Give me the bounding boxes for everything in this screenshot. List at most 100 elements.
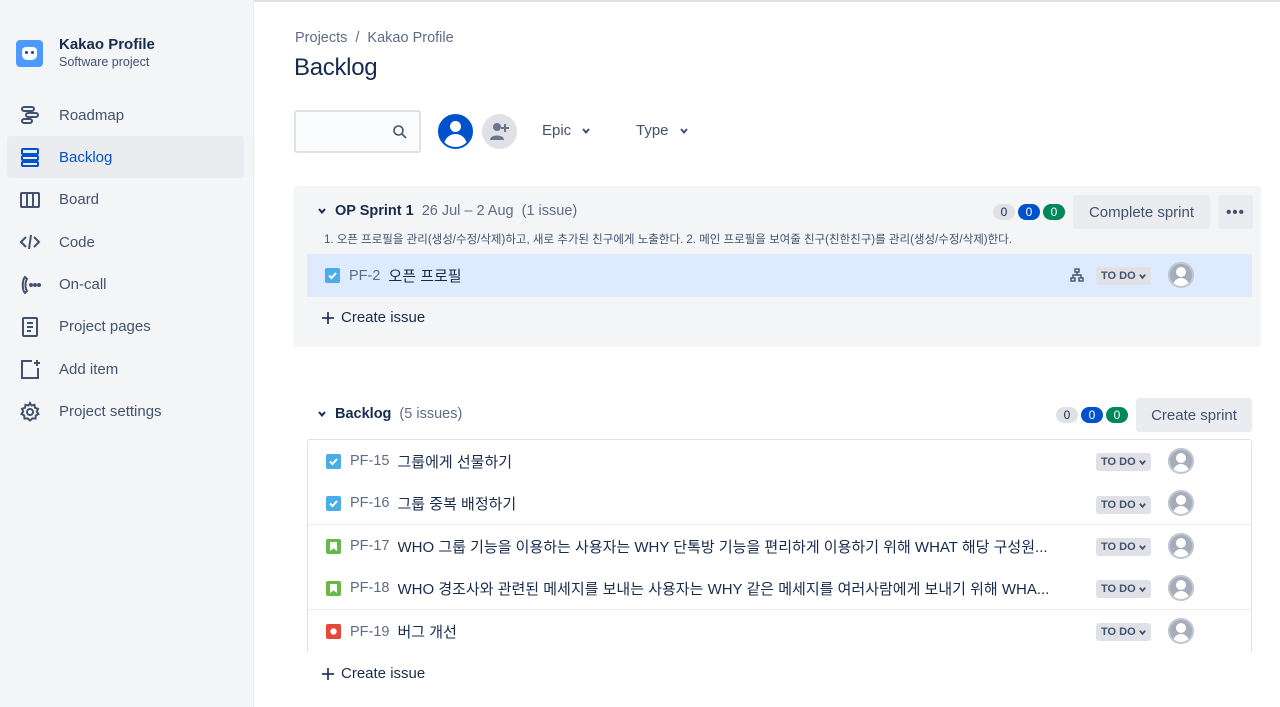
issue-key[interactable]: PF-16 bbox=[350, 495, 390, 511]
gear-icon bbox=[19, 400, 41, 423]
sprint-dates: 26 Jul – 2 Aug bbox=[421, 203, 514, 219]
create-issue-button[interactable]: Create issue bbox=[321, 665, 425, 682]
issue-summary: WHO 경조사와 관련된 메세지를 보내는 사용자는 WHY 같은 메세지를 여… bbox=[397, 580, 1050, 598]
board-icon bbox=[19, 189, 41, 211]
status-dropdown[interactable]: TO DO bbox=[1096, 538, 1151, 556]
sidebar-item-on-call[interactable]: On-call bbox=[7, 264, 244, 306]
sidebar-item-code[interactable]: Code bbox=[7, 221, 244, 263]
story-icon bbox=[326, 538, 341, 554]
backlog-issue-count: (5 issues) bbox=[399, 406, 463, 422]
epic-filter-label: Epic bbox=[542, 122, 572, 139]
code-icon bbox=[19, 231, 41, 253]
status-dropdown[interactable]: TO DO bbox=[1096, 453, 1151, 471]
issue-summary: WHO 그룹 기능을 이용하는 사용자는 WHY 단톡방 기능을 편리하게 이용… bbox=[397, 538, 1048, 556]
add-people-button[interactable] bbox=[482, 114, 517, 149]
status-label: TO DO bbox=[1101, 270, 1136, 282]
type-filter[interactable]: Type bbox=[636, 122, 689, 139]
bug-icon bbox=[326, 624, 341, 639]
sidebar-item-project-settings[interactable]: Project settings bbox=[7, 391, 244, 433]
task-icon bbox=[325, 268, 340, 283]
status-dropdown[interactable]: TO DO bbox=[1096, 267, 1151, 285]
issue-summary: 버그 개선 bbox=[397, 624, 457, 641]
create-issue-label: Create issue bbox=[341, 309, 426, 326]
sprint-header[interactable]: OP Sprint 1 26 Jul – 2 Aug (1 issue) bbox=[317, 203, 577, 219]
task-icon bbox=[326, 453, 341, 469]
project-header[interactable]: Kakao Profile Software project bbox=[16, 36, 155, 71]
status-label: TO DO bbox=[1101, 626, 1136, 638]
issue-key[interactable]: PF-18 bbox=[350, 580, 390, 596]
status-dropdown[interactable]: TO DO bbox=[1096, 580, 1151, 598]
add-person-icon bbox=[490, 123, 509, 140]
assignee-avatar[interactable] bbox=[1168, 262, 1194, 288]
chevron-down-icon bbox=[582, 127, 590, 134]
issue-key[interactable]: PF-2 bbox=[349, 268, 380, 284]
sidebar-item-label: Roadmap bbox=[59, 106, 125, 124]
assignee-avatar[interactable] bbox=[1168, 575, 1194, 601]
todo-count-badge: 0 bbox=[993, 204, 1015, 220]
chevron-down-icon bbox=[1138, 502, 1146, 508]
backlog-header[interactable]: Backlog (5 issues) bbox=[317, 406, 462, 422]
project-name: Kakao Profile bbox=[59, 36, 155, 53]
status-dropdown[interactable]: TO DO bbox=[1096, 496, 1151, 514]
child-issues-icon[interactable] bbox=[1070, 268, 1084, 282]
pages-icon bbox=[19, 316, 41, 338]
complete-sprint-button[interactable]: Complete sprint bbox=[1073, 195, 1210, 229]
breadcrumb-projects[interactable]: Projects bbox=[295, 30, 347, 46]
issue-summary: 그룹 중복 배정하기 bbox=[397, 495, 517, 513]
in-progress-count-badge: 0 bbox=[1018, 204, 1040, 220]
sidebar-item-board[interactable]: Board bbox=[7, 179, 244, 221]
issue-key[interactable]: PF-19 bbox=[350, 624, 390, 640]
status-label: TO DO bbox=[1101, 456, 1136, 468]
issue-key[interactable]: PF-15 bbox=[350, 453, 390, 469]
breadcrumb-separator: / bbox=[355, 30, 360, 46]
sprint-goal: 1. 오픈 프로필을 관리(생성/수정/삭제)하고, 새로 추가된 친구에게 노… bbox=[324, 234, 1012, 246]
task-icon bbox=[326, 495, 341, 511]
issue-key[interactable]: PF-17 bbox=[350, 538, 390, 554]
sidebar-item-label: Code bbox=[59, 233, 95, 251]
more-actions-button[interactable]: ••• bbox=[1218, 195, 1253, 229]
search-input[interactable] bbox=[294, 110, 421, 153]
chevron-down-icon bbox=[1138, 459, 1146, 465]
chevron-down-icon[interactable] bbox=[317, 409, 327, 419]
create-issue-label: Create issue bbox=[341, 665, 426, 682]
sidebar: Kakao Profile Software project Roadmap B… bbox=[0, 0, 254, 707]
plus-icon bbox=[322, 311, 334, 324]
chevron-down-icon bbox=[1138, 586, 1146, 592]
backlog-icon bbox=[19, 146, 41, 168]
sidebar-item-roadmap[interactable]: Roadmap bbox=[7, 94, 244, 136]
sidebar-item-add-item[interactable]: Add item bbox=[7, 348, 244, 390]
chevron-down-icon bbox=[1138, 544, 1146, 550]
breadcrumb-project[interactable]: Kakao Profile bbox=[367, 30, 453, 46]
backlog-status-counts: 0 0 0 bbox=[1053, 407, 1128, 423]
epic-filter[interactable]: Epic bbox=[542, 122, 591, 139]
user-avatar[interactable] bbox=[438, 114, 473, 149]
issue-summary: 오픈 프로필 bbox=[388, 268, 462, 285]
sidebar-nav: Roadmap Backlog Board Code On-call Proje… bbox=[7, 94, 244, 433]
status-label: TO DO bbox=[1101, 583, 1136, 595]
sidebar-item-label: Backlog bbox=[59, 148, 113, 166]
plus-icon bbox=[322, 667, 334, 680]
backlog-name: Backlog bbox=[335, 406, 392, 422]
sidebar-item-label: On-call bbox=[59, 276, 107, 294]
sprint-issue-count: (1 issue) bbox=[521, 203, 578, 219]
sidebar-item-label: Project pages bbox=[59, 318, 151, 336]
sidebar-item-backlog[interactable]: Backlog bbox=[7, 136, 244, 179]
chevron-down-icon[interactable] bbox=[317, 206, 327, 216]
sidebar-item-project-pages[interactable]: Project pages bbox=[7, 306, 244, 348]
search-icon bbox=[393, 125, 407, 139]
assignee-avatar[interactable] bbox=[1168, 618, 1194, 644]
assignee-avatar[interactable] bbox=[1168, 448, 1194, 474]
status-dropdown[interactable]: TO DO bbox=[1096, 623, 1151, 641]
sidebar-item-label: Board bbox=[59, 191, 100, 209]
create-issue-button[interactable]: Create issue bbox=[321, 309, 425, 326]
status-label: TO DO bbox=[1101, 541, 1136, 553]
create-sprint-button[interactable]: Create sprint bbox=[1136, 398, 1252, 432]
project-type: Software project bbox=[59, 55, 150, 69]
page-title: Backlog bbox=[294, 54, 378, 81]
project-avatar bbox=[16, 40, 43, 67]
assignee-avatar[interactable] bbox=[1168, 533, 1194, 559]
assignee-avatar[interactable] bbox=[1168, 490, 1194, 516]
breadcrumb: Projects / Kakao Profile bbox=[295, 30, 454, 46]
roadmap-icon bbox=[19, 104, 41, 126]
chevron-down-icon bbox=[679, 127, 688, 134]
